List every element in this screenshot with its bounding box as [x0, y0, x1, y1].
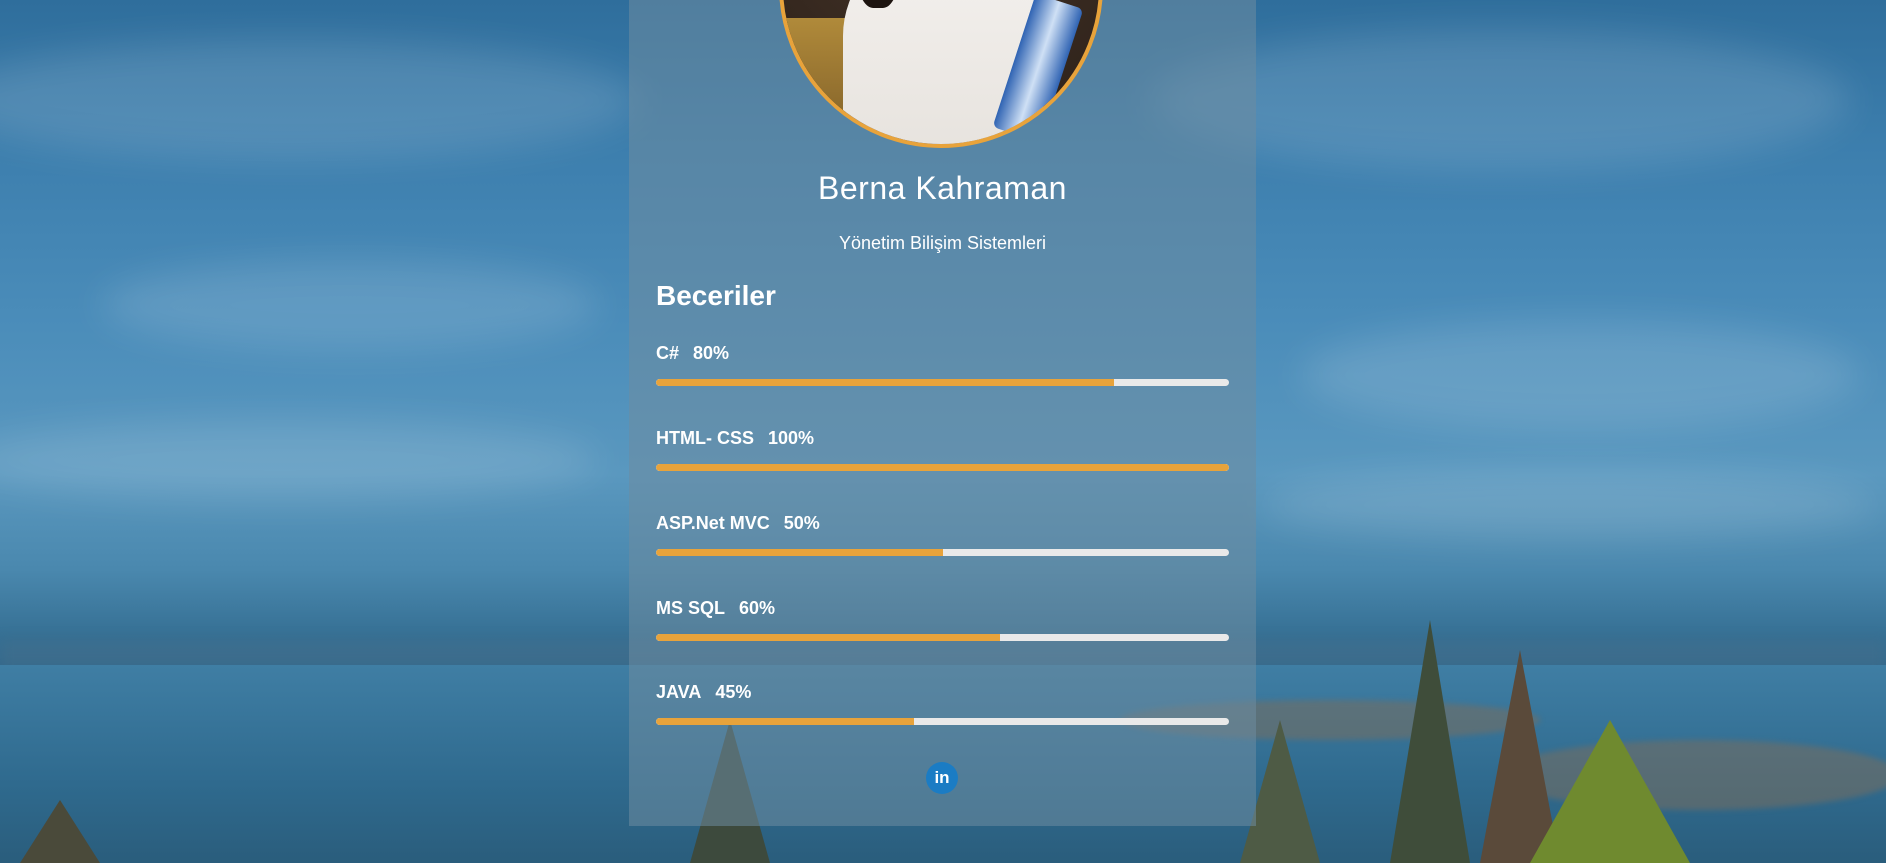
linkedin-icon[interactable]: in	[926, 762, 958, 794]
skill-name: MS SQL	[656, 598, 726, 618]
skill-label: HTML- CSS 100%	[656, 426, 1229, 450]
skill-bar-fill	[656, 379, 1115, 386]
skill-percent: 60%	[739, 598, 776, 618]
cloud	[1260, 470, 1880, 540]
skill-bar-fill	[656, 464, 1229, 471]
skill-bar-track	[656, 549, 1229, 556]
skill-label: C# 80%	[656, 341, 1229, 365]
skills-heading: Beceriler	[656, 280, 776, 311]
skill-bar-fill	[656, 634, 1000, 641]
skill-name: C#	[656, 343, 680, 363]
cloud	[100, 260, 600, 350]
profile-department: Yönetim Bilişim Sistemleri	[838, 233, 1047, 253]
tree	[1530, 720, 1690, 863]
tree	[1390, 620, 1470, 863]
skill-item: HTML- CSS 100%	[656, 426, 1229, 471]
skill-item: C# 80%	[656, 341, 1229, 386]
skill-item: ASP.Net MVC 50%	[656, 511, 1229, 556]
skill-percent: 80%	[693, 343, 730, 363]
skill-bar-track	[656, 464, 1229, 471]
skill-name: JAVA	[656, 682, 702, 702]
skill-item: MS SQL 60%	[656, 596, 1229, 641]
skill-name: ASP.Net MVC	[656, 513, 770, 533]
profile-name: Berna Kahraman	[818, 170, 1067, 206]
skill-bar-track	[656, 718, 1229, 725]
skill-item: JAVA 45%	[656, 680, 1229, 725]
cloud	[1300, 320, 1860, 430]
tree	[20, 800, 100, 863]
skill-label: JAVA 45%	[656, 680, 1229, 704]
skill-name: HTML- CSS	[656, 428, 754, 448]
skill-percent: 50%	[783, 513, 820, 533]
skill-bar-track	[656, 634, 1229, 641]
skill-bar-fill	[656, 718, 914, 725]
skill-bar-track	[656, 379, 1229, 386]
skill-percent: 45%	[715, 682, 752, 702]
cloud	[0, 40, 640, 160]
skill-label: ASP.Net MVC 50%	[656, 511, 1229, 535]
skill-bar-fill	[656, 549, 943, 556]
skill-percent: 100%	[768, 428, 815, 448]
skill-label: MS SQL 60%	[656, 596, 1229, 620]
cloud	[0, 420, 600, 500]
